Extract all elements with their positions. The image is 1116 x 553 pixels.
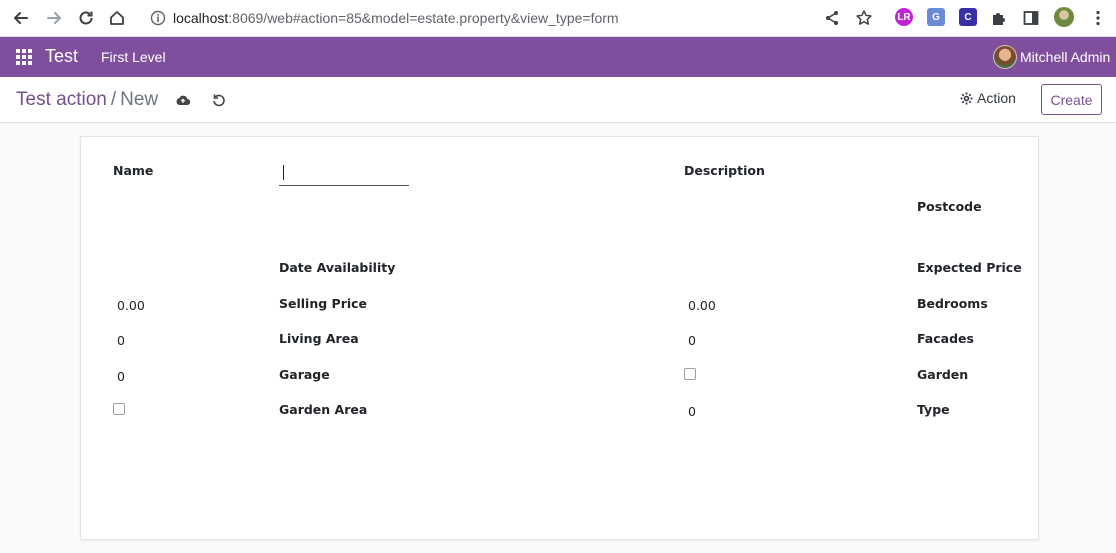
breadcrumb-separator: / <box>110 89 117 110</box>
garage-checkbox[interactable] <box>684 368 696 380</box>
reload-icon[interactable] <box>77 9 95 27</box>
extensions-puzzle-icon[interactable] <box>990 9 1008 27</box>
create-button[interactable]: Create <box>1041 84 1102 115</box>
expected-price-value[interactable]: 0.00 <box>117 298 145 313</box>
bedrooms-label: Bedrooms <box>917 296 988 311</box>
garden-area-value[interactable]: 0 <box>688 404 696 419</box>
back-arrow-icon[interactable] <box>12 9 30 27</box>
gear-icon <box>960 92 973 104</box>
bookmark-star-icon[interactable] <box>855 9 873 27</box>
app-navbar: Test First Level Mitchell Admin <box>0 37 1116 77</box>
selling-price-value[interactable]: 0.00 <box>688 298 716 313</box>
date-availability-label: Date Availability <box>279 260 396 275</box>
bedrooms-value[interactable]: 0 <box>117 333 125 348</box>
facades-value[interactable]: 0 <box>117 369 125 384</box>
discard-undo-icon[interactable] <box>210 91 228 109</box>
apps-menu-icon[interactable] <box>16 49 32 65</box>
browser-menu-icon[interactable] <box>1089 9 1107 27</box>
description-label: Description <box>684 163 765 178</box>
user-avatar[interactable] <box>993 45 1017 69</box>
expected-price-label: Expected Price <box>917 260 1022 275</box>
save-cloud-icon[interactable] <box>174 91 192 109</box>
profile-avatar-icon[interactable] <box>1054 7 1074 27</box>
browser-toolbar: localhost:8069/web#action=85&model=estat… <box>0 0 1116 37</box>
user-menu[interactable]: Mitchell Admin <box>1020 49 1110 65</box>
forward-arrow-icon[interactable] <box>45 9 63 27</box>
action-label: Action <box>977 90 1016 106</box>
url-text: localhost:8069/web#action=85&model=estat… <box>173 10 619 26</box>
menu-item-first-level[interactable]: First Level <box>101 49 166 65</box>
living-area-label: Living Area <box>279 331 359 346</box>
garage-label: Garage <box>279 367 330 382</box>
postcode-label: Postcode <box>917 199 982 214</box>
home-icon[interactable] <box>108 9 126 27</box>
site-info-icon[interactable] <box>150 10 166 26</box>
form-sheet: Name Description Postcode Date Availabil… <box>80 136 1039 540</box>
breadcrumb-parent[interactable]: Test action <box>16 89 107 110</box>
living-area-value[interactable]: 0 <box>688 333 696 348</box>
extension-translate-icon[interactable]: G <box>927 8 945 26</box>
breadcrumb-current: New <box>120 89 159 110</box>
garden-label: Garden <box>917 367 969 382</box>
garden-area-label: Garden Area <box>279 402 368 417</box>
address-bar[interactable]: localhost:8069/web#action=85&model=estat… <box>141 4 881 32</box>
extension-c-icon[interactable]: C <box>959 8 977 26</box>
app-brand[interactable]: Test <box>45 46 78 67</box>
type-label: Type <box>917 402 950 417</box>
garden-checkbox[interactable] <box>113 403 125 415</box>
selling-price-label: Selling Price <box>279 296 368 311</box>
breadcrumb: Test action / New <box>16 89 158 111</box>
name-input[interactable] <box>279 160 409 186</box>
name-label: Name <box>113 163 154 178</box>
side-panel-icon[interactable] <box>1022 9 1040 27</box>
action-menu-button[interactable]: Action <box>960 90 1016 106</box>
extension-lr-icon[interactable]: LR <box>895 8 913 26</box>
facades-label: Facades <box>917 331 974 346</box>
text-caret <box>283 165 284 180</box>
control-panel: Test action / New Action Create <box>0 77 1116 123</box>
share-icon[interactable] <box>823 9 841 27</box>
